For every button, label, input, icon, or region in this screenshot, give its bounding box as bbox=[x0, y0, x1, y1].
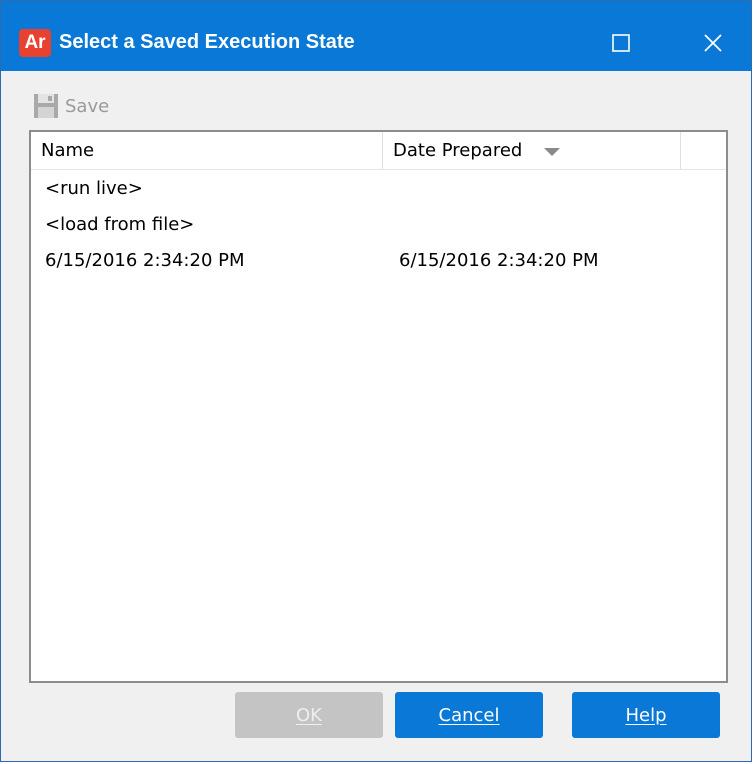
list-header: Name Date Prepared bbox=[31, 132, 726, 170]
save-button-label: Save bbox=[65, 95, 110, 117]
sort-descending-icon bbox=[544, 147, 561, 156]
row-name-cell: 6/15/2016 2:34:20 PM bbox=[45, 249, 245, 271]
cancel-button-label: Cancel bbox=[438, 704, 500, 726]
floppy-disk-icon bbox=[34, 94, 58, 118]
row-date-cell: 6/15/2016 2:34:20 PM bbox=[399, 249, 599, 271]
list-item[interactable]: <run live> bbox=[31, 170, 726, 206]
close-button[interactable] bbox=[689, 21, 737, 65]
column-header-date-prepared[interactable]: Date Prepared bbox=[383, 132, 681, 169]
list-rows: <run live> <load from file> 6/15/2016 2:… bbox=[31, 170, 726, 278]
cancel-button[interactable]: Cancel bbox=[395, 692, 543, 738]
column-header-date-label: Date Prepared bbox=[393, 140, 523, 161]
maximize-button[interactable] bbox=[597, 21, 645, 65]
row-name-cell: <run live> bbox=[45, 177, 143, 199]
row-name-cell: <load from file> bbox=[45, 213, 195, 235]
help-button[interactable]: Help bbox=[572, 692, 720, 738]
app-icon: Ar bbox=[19, 29, 51, 57]
column-header-name[interactable]: Name bbox=[31, 132, 383, 169]
dialog-window: Ar Select a Saved Execution State Save N… bbox=[0, 0, 752, 762]
help-button-label: Help bbox=[625, 704, 667, 726]
window-title: Select a Saved Execution State bbox=[59, 31, 355, 53]
maximize-icon bbox=[612, 34, 630, 52]
list-item[interactable]: 6/15/2016 2:34:20 PM 6/15/2016 2:34:20 P… bbox=[31, 242, 726, 278]
close-icon bbox=[704, 34, 722, 52]
ok-button[interactable]: OK bbox=[235, 692, 383, 738]
save-button[interactable]: Save bbox=[33, 89, 109, 123]
column-header-filler bbox=[681, 132, 726, 169]
list-item[interactable]: <load from file> bbox=[31, 206, 726, 242]
column-header-name-label: Name bbox=[41, 140, 95, 161]
title-bar[interactable]: Ar Select a Saved Execution State bbox=[1, 1, 751, 71]
ok-button-label: OK bbox=[296, 704, 322, 726]
saved-states-list[interactable]: Name Date Prepared <run live> <load from… bbox=[29, 130, 728, 683]
